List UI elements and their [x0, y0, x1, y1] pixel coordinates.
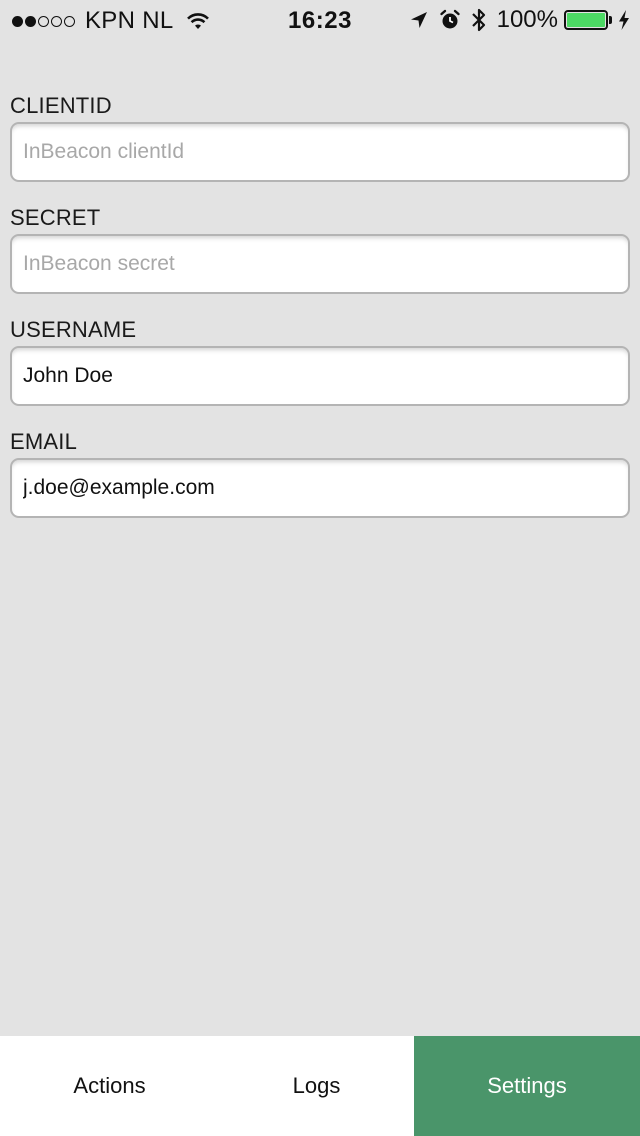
secret-input[interactable] [10, 234, 630, 294]
battery-icon [564, 10, 608, 30]
email-field-group: EMAIL [10, 426, 630, 518]
battery-fill [567, 13, 605, 27]
username-label: USERNAME [10, 317, 137, 342]
alarm-icon [439, 9, 461, 31]
charging-bolt-icon [618, 9, 630, 31]
tab-actions[interactable]: Actions [0, 1036, 219, 1136]
bottom-tab-bar: Actions Logs Settings [0, 1036, 640, 1136]
clientid-field-group: CLIENTID [10, 90, 630, 182]
username-field-group: USERNAME [10, 314, 630, 406]
status-right: 100% [399, 6, 630, 34]
clientid-label: CLIENTID [10, 93, 112, 118]
username-input[interactable] [10, 346, 630, 406]
battery-percentage: 100% [496, 6, 558, 33]
email-label: EMAIL [10, 429, 78, 454]
app-screen: KPN NL 16:23 100% CLIENTID InBeacon clie… [0, 0, 640, 1136]
bluetooth-icon [471, 7, 487, 33]
tab-actions-label: Actions [73, 1073, 146, 1098]
secret-field-group: SECRET [10, 202, 630, 294]
tab-settings-label: Settings [487, 1073, 567, 1098]
settings-form: CLIENTID SECRET USERNAME EMAIL [10, 90, 630, 538]
tab-logs-label: Logs [292, 1073, 341, 1098]
location-arrow-icon [409, 10, 429, 30]
secret-label: SECRET [10, 205, 101, 230]
email-input[interactable] [10, 458, 630, 518]
tab-settings[interactable]: Settings [414, 1036, 640, 1136]
clientid-input[interactable] [10, 122, 630, 182]
status-bar: KPN NL 16:23 100% [0, 0, 640, 40]
battery-nub [609, 16, 612, 24]
tab-logs[interactable]: Logs [219, 1036, 414, 1136]
